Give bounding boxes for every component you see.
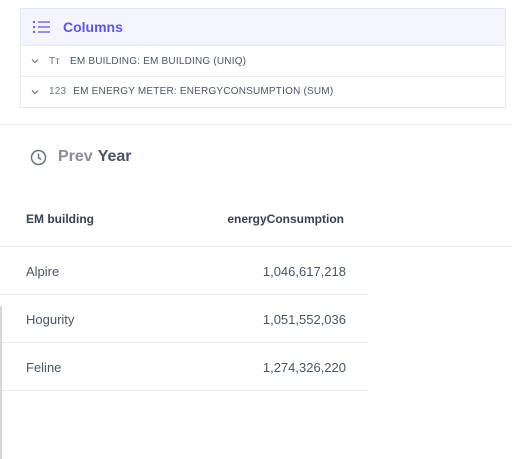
period-heading: Prev Year (30, 148, 132, 166)
data-table: EM building energyConsumption Alpire 1,0… (0, 195, 512, 391)
section-divider (0, 124, 512, 125)
text-type-icon: Tт (49, 55, 61, 67)
chevron-down-icon[interactable] (30, 87, 40, 97)
panel-edge (0, 306, 2, 459)
cell-energy: 1,046,617,218 (262, 264, 346, 279)
column-item-label: EM ENERGY METER: ENERGYCONSUMPTION (SUM) (73, 86, 334, 97)
column-item-label: EM BUILDING: EM BUILDING (UNIQ) (70, 55, 247, 67)
table-header: EM building energyConsumption (0, 195, 512, 247)
period-label: Year (97, 148, 132, 165)
columns-header[interactable]: Columns (21, 9, 505, 46)
clock-icon (30, 149, 47, 166)
table-row[interactable]: Feline 1,274,326,220 (0, 343, 368, 391)
cell-building: Hogurity (26, 312, 75, 327)
period-prefix: Prev (58, 148, 93, 165)
chevron-down-icon[interactable] (30, 56, 40, 66)
list-icon (32, 20, 51, 34)
cell-building: Feline (26, 360, 62, 375)
table-row[interactable]: Hogurity 1,051,552,036 (0, 295, 368, 343)
columns-panel: Columns Tт EM BUILDING: EM BUILDING (UNI… (20, 8, 506, 108)
cell-energy: 1,051,552,036 (262, 312, 346, 327)
number-type-icon: 123 (49, 86, 67, 97)
column-item-energy-consumption[interactable]: 123 EM ENERGY METER: ENERGYCONSUMPTION (… (21, 76, 505, 106)
column-header-energy[interactable]: energyConsumption (227, 212, 344, 226)
column-item-em-building[interactable]: Tт EM BUILDING: EM BUILDING (UNIQ) (21, 46, 505, 76)
columns-title: Columns (63, 19, 123, 35)
cell-energy: 1,274,326,220 (262, 360, 346, 375)
table-row[interactable]: Alpire 1,046,617,218 (0, 247, 368, 295)
cell-building: Alpire (26, 264, 60, 279)
column-header-building[interactable]: EM building (26, 212, 94, 226)
